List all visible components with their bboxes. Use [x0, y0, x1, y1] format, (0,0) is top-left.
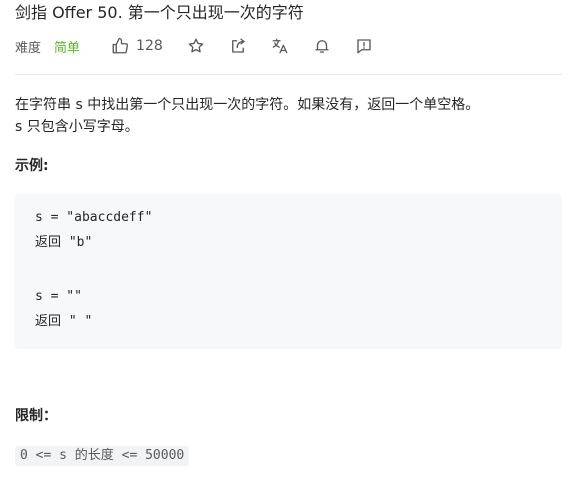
example-heading: 示例: — [15, 158, 49, 174]
example-code-block: s = "abaccdeff" 返回 "b" s = "" 返回 " " — [15, 194, 562, 349]
difficulty-label: 难度 — [15, 40, 42, 56]
constraint-item: 0 <= s 的长度 <= 50000 — [15, 446, 190, 466]
thumbs-up-icon — [111, 37, 129, 55]
like-button[interactable]: 128 — [111, 37, 163, 55]
code-line: 返回 " " — [35, 314, 93, 329]
translate-button[interactable] — [271, 37, 289, 55]
constraints-heading: 限制： — [15, 408, 57, 424]
share-icon — [231, 38, 245, 53]
difficulty-badge: 简单 — [54, 40, 81, 56]
favorite-button[interactable] — [187, 37, 205, 55]
subscribe-button[interactable] — [313, 37, 331, 55]
description-line: s 只包含小写字母。 — [15, 119, 139, 135]
code-line: s = "abaccdeff" — [35, 210, 153, 225]
share-button[interactable] — [229, 37, 247, 55]
header-divider — [15, 74, 562, 75]
feedback-button[interactable] — [355, 37, 373, 55]
translate-icon — [272, 38, 288, 54]
problem-description: 在字符串 s 中找出第一个只出现一次的字符。如果没有，返回一个单空格。 s 只包… — [15, 94, 565, 138]
code-line: 返回 "b" — [35, 235, 93, 250]
feedback-icon — [357, 39, 371, 54]
problem-meta-bar: 难度 简单 128 — [15, 35, 373, 57]
code-line: s = "" — [35, 289, 82, 304]
bell-icon — [315, 40, 329, 53]
problem-title: 剑指 Offer 50. 第一个只出现一次的字符 — [15, 3, 304, 22]
description-line: 在字符串 s 中找出第一个只出现一次的字符。如果没有，返回一个单空格。 — [15, 97, 480, 113]
like-count: 128 — [136, 38, 163, 54]
star-icon — [188, 38, 204, 53]
